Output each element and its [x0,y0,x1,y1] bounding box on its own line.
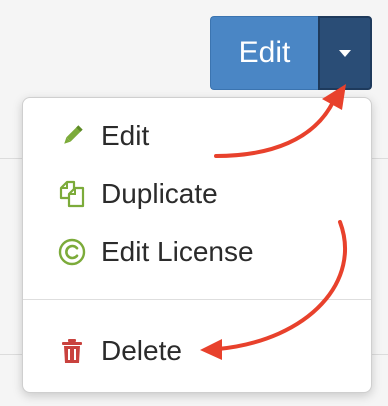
menu-item-edit-license[interactable]: Edit License [23,227,371,277]
edit-split-button: Edit [210,16,372,90]
menu-item-delete[interactable]: Delete [23,326,371,376]
menu-item-label: Edit License [101,236,254,267]
dropdown-menu: Edit Duplicate Edit License Delete [22,97,372,393]
menu-item-label: Duplicate [101,178,218,209]
copyright-icon [57,237,87,267]
menu-divider [23,299,371,300]
pencil-icon [57,121,87,151]
trash-icon [57,336,87,366]
menu-item-label: Delete [101,335,182,366]
edit-button[interactable]: Edit [210,16,318,90]
menu-item-duplicate[interactable]: Duplicate [23,169,371,219]
menu-item-edit[interactable]: Edit [23,111,371,161]
caret-down-icon [339,49,351,57]
dropdown-toggle-button[interactable] [318,16,372,90]
duplicate-icon [57,179,87,209]
menu-item-label: Edit [101,120,150,151]
